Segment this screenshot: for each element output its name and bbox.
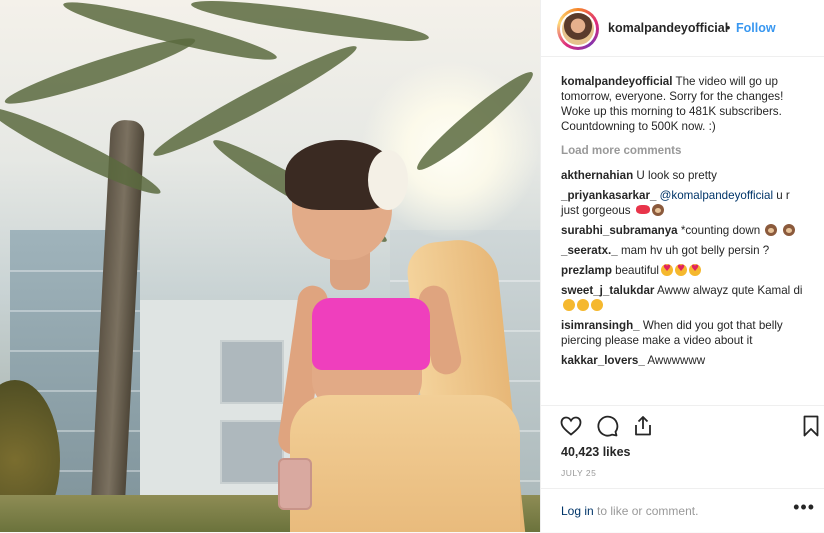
heart-eyes-emoji-icon bbox=[660, 262, 673, 277]
heart-eyes-emoji-icon bbox=[674, 262, 687, 277]
post-footer: Log in to like or comment. ••• bbox=[541, 488, 824, 533]
comment-username[interactable]: prezlamp bbox=[561, 264, 612, 277]
heart-eyes-emoji-icon bbox=[688, 262, 701, 277]
comment: prezlamp beautiful bbox=[561, 262, 811, 278]
comment-text: Awwwwww bbox=[647, 354, 706, 367]
post-header: komalpandeyofficial • Follow bbox=[541, 0, 824, 57]
window bbox=[220, 340, 284, 404]
comments-list: komalpandeyofficial The video will go up… bbox=[561, 74, 811, 373]
pink-top bbox=[312, 298, 430, 370]
bookmark-icon[interactable] bbox=[799, 414, 823, 438]
comment-text: Awww alwayz qute Kamal di bbox=[657, 284, 803, 297]
login-prompt-text: to like or comment. bbox=[593, 504, 699, 518]
lips-emoji-icon bbox=[635, 205, 650, 214]
comment-username[interactable]: isimransingh_ bbox=[561, 319, 640, 332]
comment-username[interactable]: kakkar_lovers_ bbox=[561, 354, 645, 367]
comment-mention[interactable]: @komalpandeyofficial bbox=[660, 189, 773, 202]
comment-username[interactable]: akthernahian bbox=[561, 169, 633, 182]
monkey-emoji-icon bbox=[651, 204, 664, 216]
more-options-icon[interactable]: ••• bbox=[793, 497, 815, 518]
login-link[interactable]: Log in bbox=[561, 504, 594, 518]
monkey-emoji-icon bbox=[765, 224, 778, 236]
comment-text: mam hv uh got belly persin ? bbox=[620, 244, 770, 257]
comment: isimransingh_ When did you got that bell… bbox=[561, 318, 811, 348]
window bbox=[220, 420, 284, 484]
monkey-emoji-icon bbox=[782, 224, 795, 236]
comment: sweet_j_talukdar Awww alwayz qute Kamal … bbox=[561, 283, 811, 313]
comment-text: *counting down bbox=[680, 224, 761, 237]
comment-username[interactable]: _seeratx._ bbox=[561, 244, 618, 257]
caption-username[interactable]: komalpandeyofficial bbox=[561, 75, 672, 88]
post-side-panel: komalpandeyofficial • Follow komalpandey… bbox=[540, 0, 824, 532]
comment-username[interactable]: _priyankasarkar_ bbox=[561, 189, 656, 202]
comment-icon[interactable] bbox=[595, 414, 619, 438]
username-link[interactable]: komalpandeyofficial bbox=[608, 21, 728, 35]
comment: akthernahian U look so pretty bbox=[561, 168, 811, 183]
login-prompt: Log in to like or comment. bbox=[561, 504, 698, 518]
load-more-comments-button[interactable]: Load more comments bbox=[561, 143, 811, 158]
share-icon[interactable] bbox=[631, 414, 655, 438]
heart-icon[interactable] bbox=[559, 414, 583, 438]
comment: kakkar_lovers_ Awwwwww bbox=[561, 353, 811, 368]
comment-username[interactable]: surabhi_subramanya bbox=[561, 224, 678, 237]
smile-emoji-icon bbox=[591, 299, 603, 311]
post-photo[interactable] bbox=[0, 0, 540, 532]
comment: _priyankasarkar_ @komalpandeyofficial u … bbox=[561, 188, 811, 218]
post-date[interactable]: JULY 25 bbox=[561, 468, 596, 478]
likes-count[interactable]: 40,423 likes bbox=[561, 445, 631, 459]
comment-text: beautiful bbox=[615, 264, 659, 277]
purse bbox=[278, 458, 312, 510]
follow-button[interactable]: Follow bbox=[736, 21, 776, 35]
avatar[interactable] bbox=[557, 8, 599, 50]
skirt bbox=[290, 395, 520, 532]
comment-username[interactable]: sweet_j_talukdar bbox=[561, 284, 654, 297]
post-caption: komalpandeyofficial The video will go up… bbox=[561, 74, 811, 134]
comment: _seeratx._ mam hv uh got belly persin ? bbox=[561, 243, 811, 258]
separator-dot: • bbox=[726, 21, 731, 35]
smile-emoji-icon bbox=[577, 299, 589, 311]
comment: surabhi_subramanya *counting down bbox=[561, 223, 811, 238]
flower-bun bbox=[368, 150, 408, 210]
smile-emoji-icon bbox=[563, 299, 575, 311]
comment-text: U look so pretty bbox=[636, 169, 717, 182]
